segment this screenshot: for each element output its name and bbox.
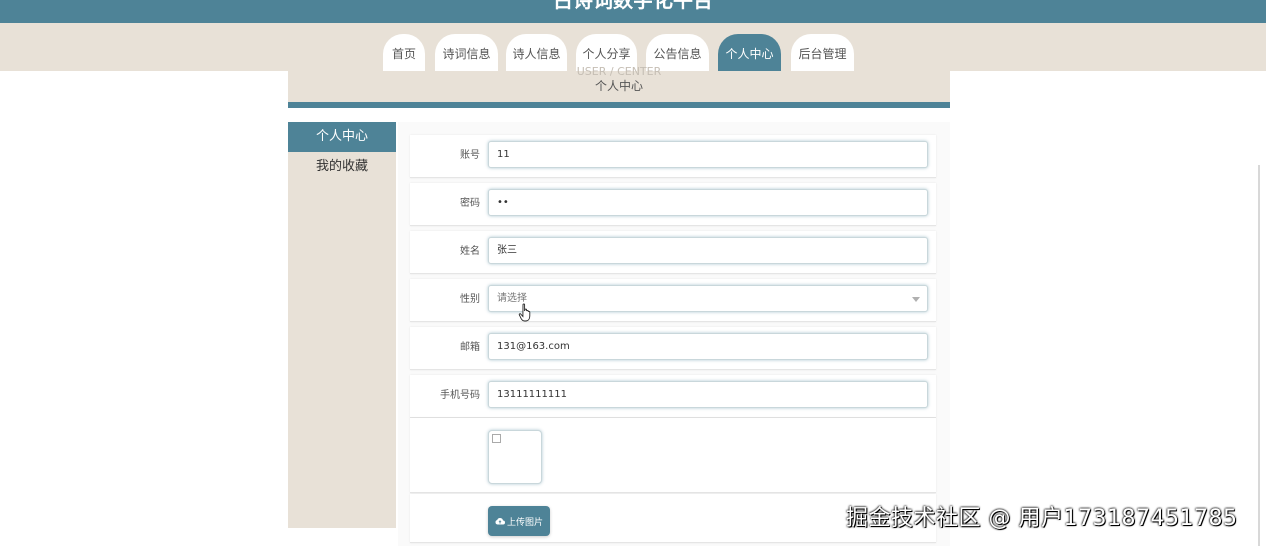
account-input[interactable]: 11 [488,141,928,168]
hand-cursor-icon [518,303,531,322]
form-row-email: 邮箱 131@163.com [410,327,936,370]
page-title: 个人中心 [594,79,643,93]
cloud-upload-icon [495,517,505,525]
email-label: 邮箱 [460,342,480,353]
watermark-text: 掘金技术社区 @ 用户173187451785 [846,506,1238,531]
password-input[interactable]: •• [488,189,928,216]
sidebar: 个人中心 我的收藏 [288,122,396,528]
broken-image-icon [492,434,501,443]
form-row-gender: 性别 请选择 [410,279,936,322]
gender-select[interactable]: 请选择 [488,285,928,312]
sidebar-item-personal-center[interactable]: 个人中心 [288,122,396,152]
upload-image-button[interactable]: 上传图片 [488,506,550,536]
gender-label: 性别 [460,294,480,305]
password-label: 密码 [460,198,480,209]
form-row-avatar [410,418,936,493]
scrollbar-track[interactable] [1258,165,1260,546]
form-row-password: 密码 •• [410,183,936,226]
breadcrumb: USER / CENTER 个人中心 [288,65,950,108]
phone-input[interactable]: 13111111111 [488,381,928,408]
caret-down-icon [912,297,920,302]
avatar-image-preview[interactable] [488,430,542,484]
phone-label: 手机号码 [440,390,480,401]
site-title: 古诗词数字化平台 [553,0,713,12]
form-row-phone: 手机号码 13111111111 [410,375,936,418]
account-label: 账号 [460,150,480,161]
top-header-bar: 古诗词数字化平台 [0,0,1266,23]
form-row-name: 姓名 张三 [410,231,936,274]
name-input[interactable]: 张三 [488,237,928,264]
form-row-account: 账号 11 [410,135,936,178]
email-input[interactable]: 131@163.com [488,333,928,360]
sidebar-item-favorites[interactable]: 我的收藏 [288,152,396,182]
upload-image-label: 上传图片 [506,517,543,528]
name-label: 姓名 [460,246,480,257]
